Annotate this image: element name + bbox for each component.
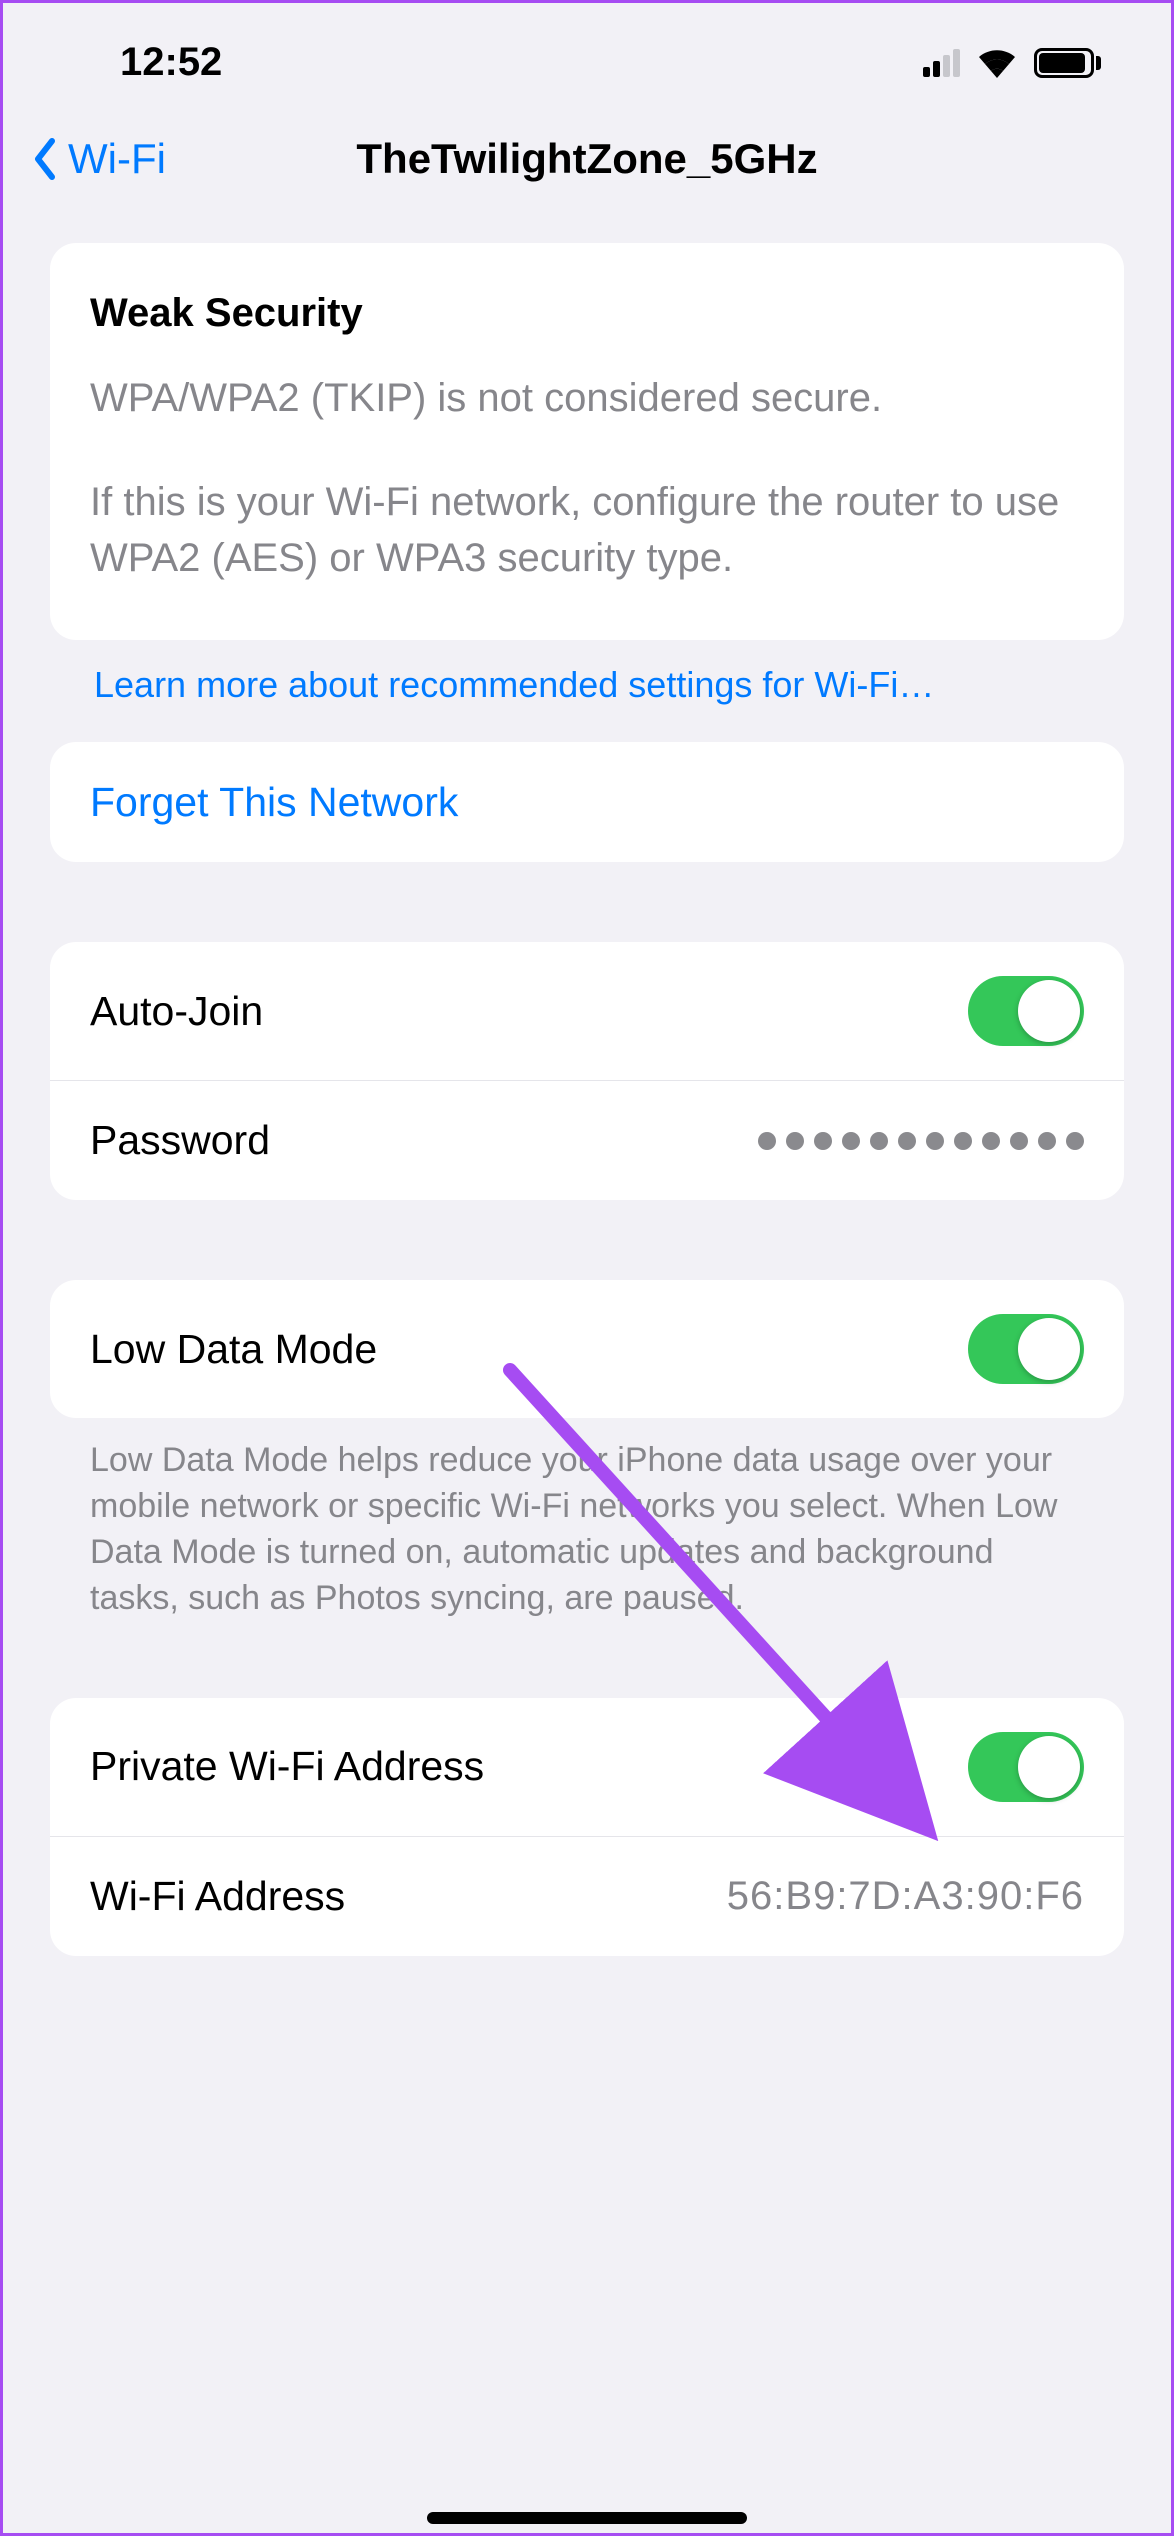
auto-join-row: Auto-Join bbox=[50, 942, 1124, 1080]
weak-security-card: Weak Security WPA/WPA2 (TKIP) is not con… bbox=[50, 243, 1124, 640]
auto-join-label: Auto-Join bbox=[90, 988, 263, 1035]
security-line2: If this is your Wi-Fi network, configure… bbox=[90, 474, 1084, 586]
forget-network-label: Forget This Network bbox=[90, 779, 458, 826]
status-right bbox=[923, 46, 1104, 80]
forget-network-card: Forget This Network bbox=[50, 742, 1124, 862]
annotation-arrow-icon bbox=[490, 1350, 990, 1880]
connection-card: Auto-Join Password bbox=[50, 942, 1124, 1200]
status-time: 12:52 bbox=[120, 40, 222, 85]
auto-join-toggle[interactable] bbox=[968, 976, 1084, 1046]
battery-icon bbox=[1034, 46, 1104, 80]
forget-network-button[interactable]: Forget This Network bbox=[50, 742, 1124, 862]
password-row[interactable]: Password bbox=[50, 1080, 1124, 1200]
chevron-left-icon bbox=[30, 137, 60, 181]
back-button[interactable]: Wi-Fi bbox=[30, 135, 166, 183]
password-label: Password bbox=[90, 1117, 270, 1164]
wifi-address-label: Wi-Fi Address bbox=[90, 1873, 345, 1920]
page-title: TheTwilightZone_5GHz bbox=[356, 135, 817, 183]
password-value bbox=[758, 1132, 1084, 1150]
home-indicator[interactable] bbox=[427, 2512, 747, 2524]
wifi-icon bbox=[976, 48, 1018, 78]
security-line1: WPA/WPA2 (TKIP) is not considered secure… bbox=[90, 370, 1084, 426]
private-wifi-label: Private Wi-Fi Address bbox=[90, 1743, 484, 1790]
nav-bar: Wi-Fi TheTwilightZone_5GHz bbox=[0, 105, 1174, 243]
wifi-address-value: 56:B9:7D:A3:90:F6 bbox=[727, 1874, 1084, 1919]
learn-more-link[interactable]: Learn more about recommended settings fo… bbox=[50, 640, 1124, 742]
weak-security-body: WPA/WPA2 (TKIP) is not considered secure… bbox=[90, 370, 1084, 586]
cell-signal-icon bbox=[923, 49, 960, 77]
low-data-label: Low Data Mode bbox=[90, 1326, 377, 1373]
back-label: Wi-Fi bbox=[68, 135, 166, 183]
weak-security-title: Weak Security bbox=[90, 291, 1084, 336]
status-bar: 12:52 bbox=[0, 0, 1174, 105]
